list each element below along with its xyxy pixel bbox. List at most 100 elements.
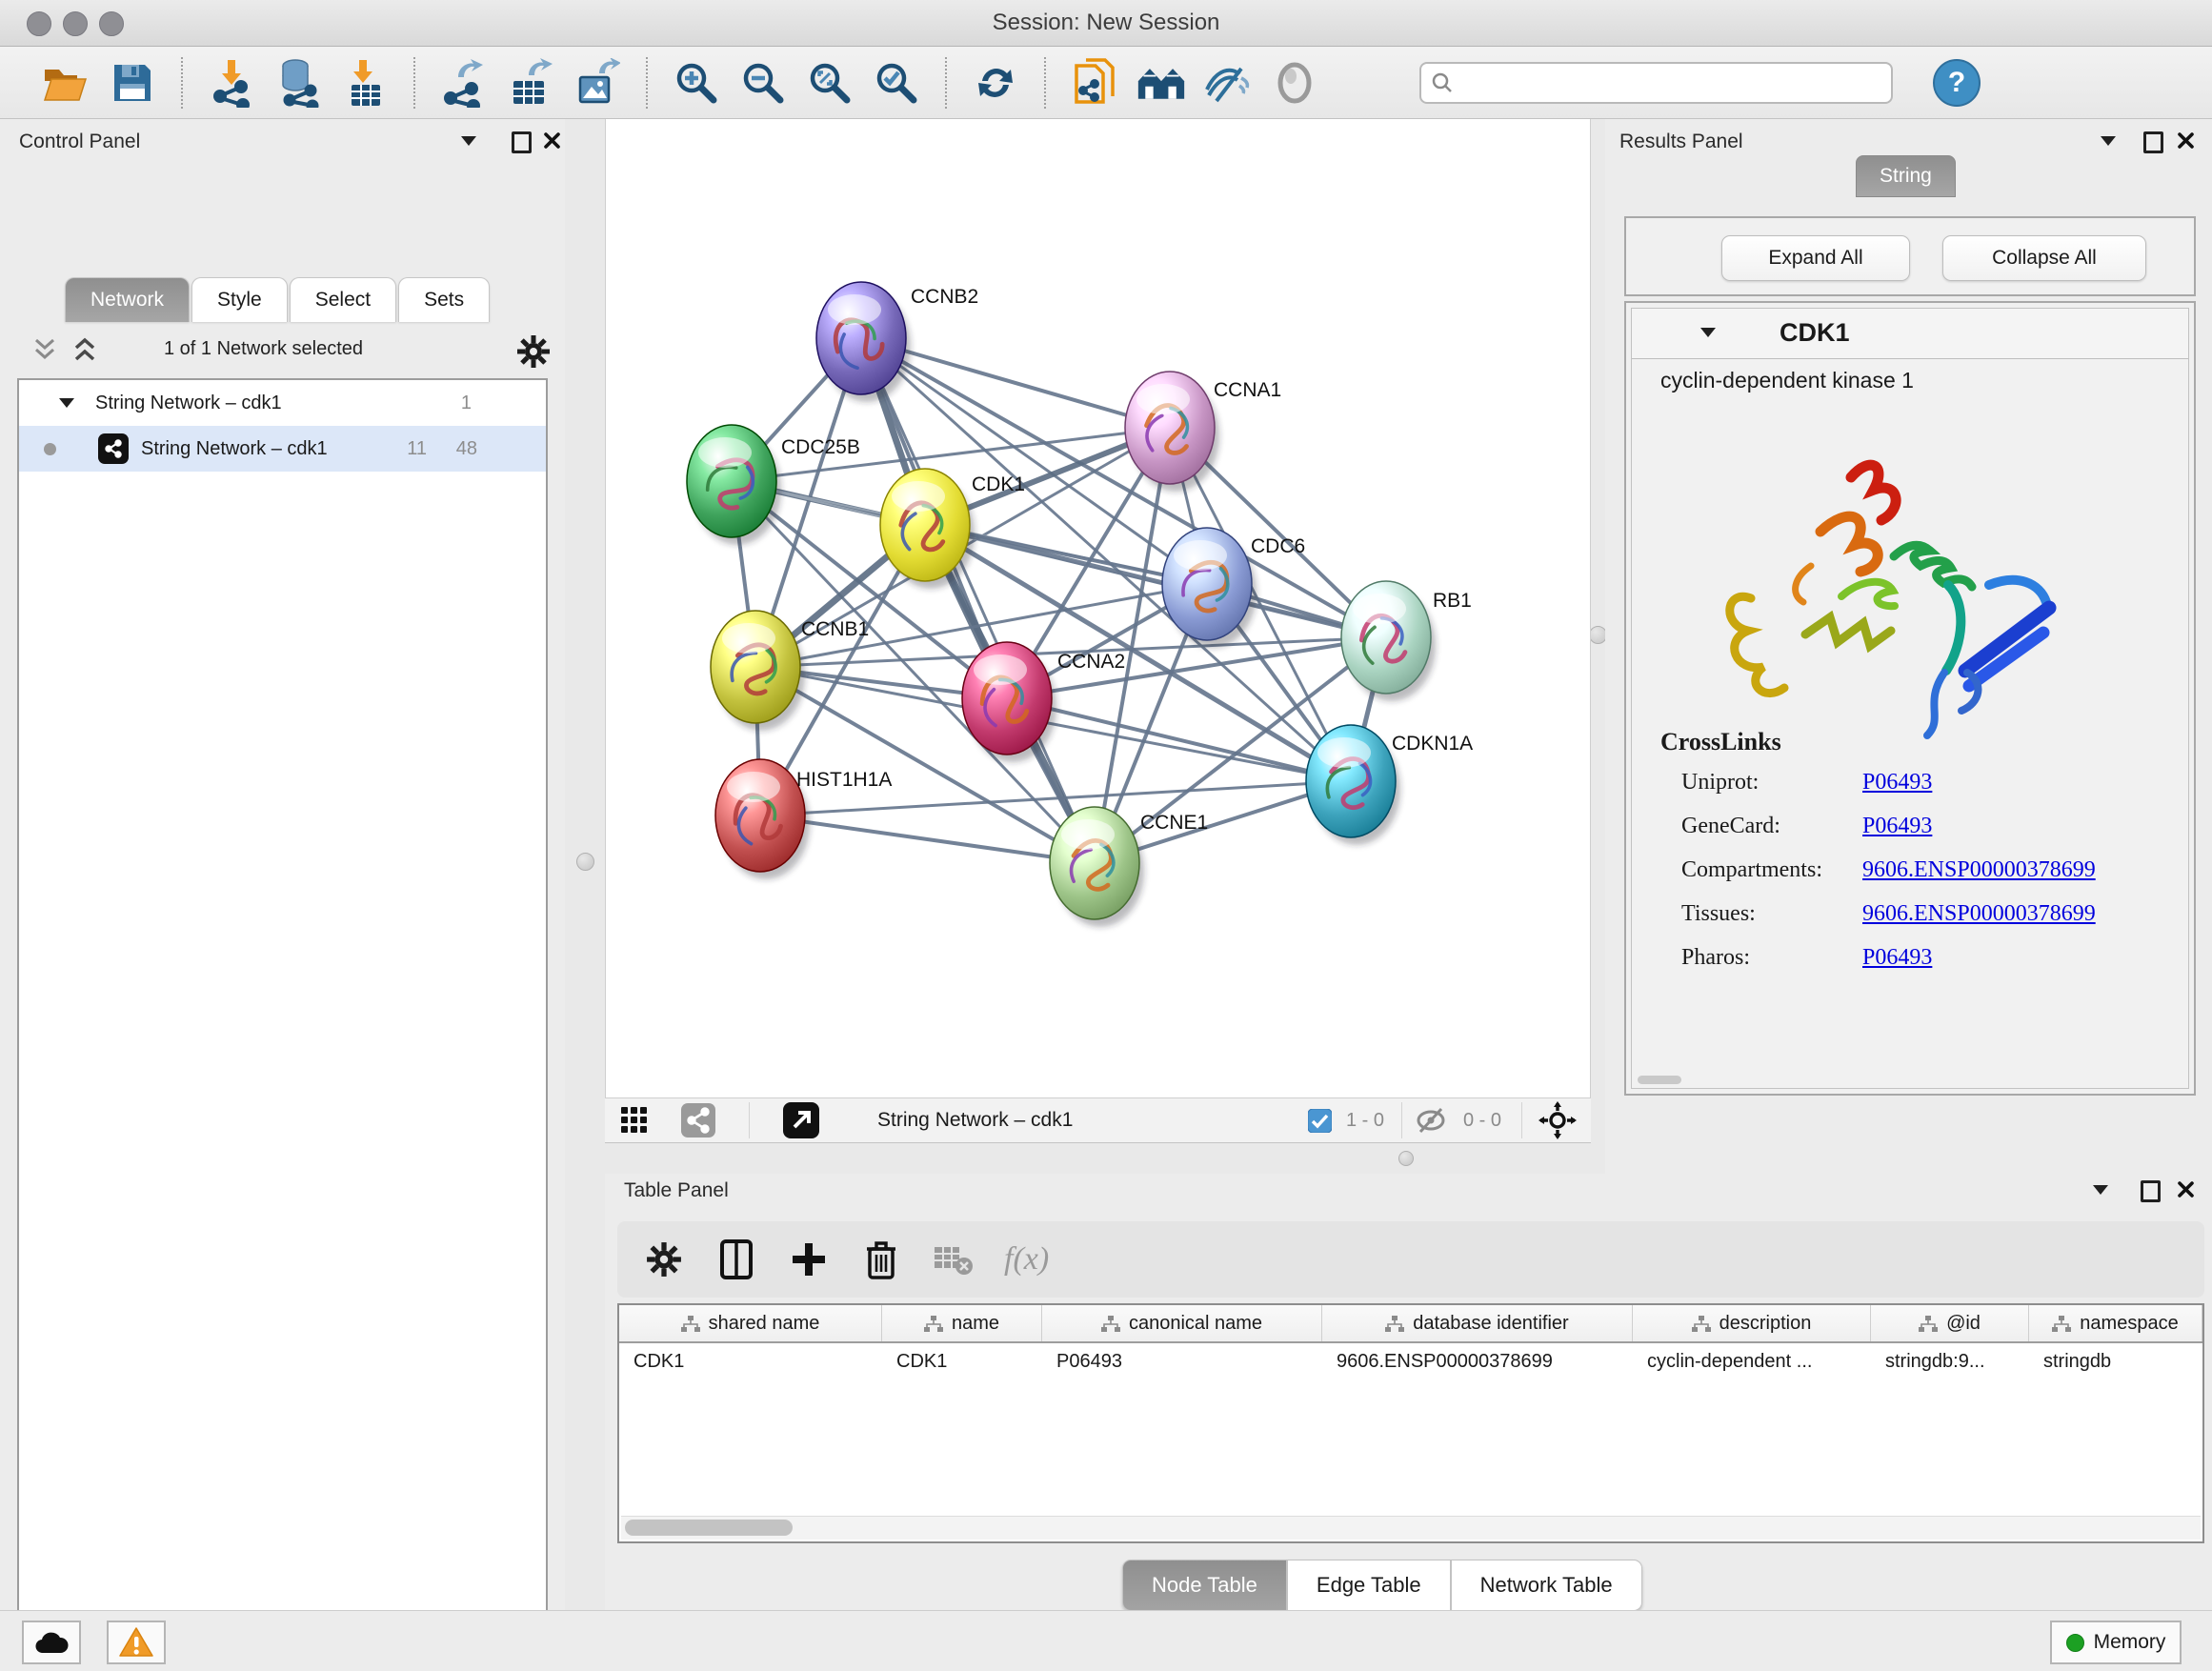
collection-expand-icon[interactable] [59,398,74,408]
export-image-icon[interactable] [573,58,622,108]
zoom-in-icon[interactable] [672,58,721,108]
column-header-database-identifier[interactable]: database identifier [1322,1305,1633,1341]
column-header-label: namespace [2080,1313,2178,1335]
cloud-button[interactable] [22,1621,81,1664]
results-panel-close-icon[interactable] [2177,131,2195,150]
network-node-RB1[interactable] [1341,581,1436,701]
tab-network[interactable]: Network [65,277,190,322]
results-panel-menu-icon[interactable] [2101,136,2116,146]
export-network-icon[interactable] [439,58,489,108]
share-file-icon[interactable] [1070,58,1119,108]
open-in-window-icon[interactable] [783,1098,819,1142]
network-collection-row[interactable]: String Network – cdk1 1 [19,380,546,426]
zoom-selected-icon[interactable] [872,58,921,108]
selected-checkbox-icon[interactable] [1308,1098,1332,1142]
table-cell[interactable]: stringdb [2029,1343,2202,1379]
control-panel-float-icon[interactable] [512,131,532,153]
table-panel-menu-icon[interactable] [2093,1185,2108,1195]
column-header-description[interactable]: description [1633,1305,1871,1341]
save-session-icon[interactable] [108,58,157,108]
bottom-splitter-handle[interactable] [1398,1151,1414,1166]
table-cell[interactable]: CDK1 [619,1343,882,1379]
tab-string[interactable]: String [1856,155,1956,197]
network-edge-HIST1H1A-CCNE1[interactable] [760,815,1095,863]
function-builder-icon[interactable]: f(x) [1004,1238,1049,1281]
grid-view-icon[interactable] [619,1098,650,1142]
network-edge-CCNB2-CCNE1[interactable] [861,338,1095,863]
crosslink-value-link[interactable]: P06493 [1862,945,1932,971]
crosslink-value-link[interactable]: 9606.ENSP00000378699 [1862,857,2096,883]
table-cell[interactable]: stringdb:9... [1871,1343,2029,1379]
tab-edge-table[interactable]: Edge Table [1287,1560,1451,1611]
network-node-CDK1[interactable] [880,469,975,589]
table-cell[interactable]: 9606.ENSP00000378699 [1322,1343,1633,1379]
table-hscroll-thumb[interactable] [625,1520,793,1536]
control-panel-menu-icon[interactable] [461,136,476,146]
table-cell[interactable]: CDK1 [882,1343,1042,1379]
import-database-icon[interactable] [273,58,323,108]
network-node-CCNE1[interactable] [1050,807,1144,927]
network-node-CDKN1A[interactable] [1306,725,1400,845]
collapse-all-button[interactable]: Collapse All [1942,235,2146,281]
expand-all-button[interactable]: Expand All [1721,235,1910,281]
network-node-CDC6[interactable] [1162,528,1257,648]
search-input[interactable] [1454,70,1891,94]
right-splitter[interactable] [1591,119,1605,1174]
table-cell[interactable]: P06493 [1042,1343,1322,1379]
add-column-icon[interactable] [787,1238,831,1281]
network-graph: CCNB2CCNA1CDC25BCDK1CDC6RB1CCNB1CCNA2CDK… [606,119,1592,1097]
network-node-CCNA1[interactable] [1125,372,1219,492]
crosslink-value-link[interactable]: 9606.ENSP00000378699 [1862,901,2096,927]
memory-button[interactable]: Memory [2050,1621,2182,1664]
delete-table-icon[interactable] [932,1238,975,1281]
left-splitter-handle[interactable] [576,853,594,871]
hide-panel-icon[interactable] [1203,58,1253,108]
network-row[interactable]: String Network – cdk1 11 48 [19,426,546,472]
help-icon[interactable]: ? [1933,59,1981,107]
network-canvas[interactable]: CCNB2CCNA1CDC25BCDK1CDC6RB1CCNB1CCNA2CDK… [605,119,1591,1097]
column-header-canonical-name[interactable]: canonical name [1042,1305,1322,1341]
column-header-name[interactable]: name [882,1305,1042,1341]
tab-node-table[interactable]: Node Table [1122,1560,1287,1611]
control-panel-close-icon[interactable] [543,131,561,150]
string-view-icon[interactable] [681,1098,715,1142]
tab-style[interactable]: Style [191,277,288,322]
network-node-CCNB2[interactable] [816,282,911,402]
results-panel-float-icon[interactable] [2143,131,2163,153]
tab-network-table[interactable]: Network Table [1451,1560,1642,1611]
show-columns-icon[interactable] [714,1238,758,1281]
table-hscrollbar[interactable] [621,1516,2201,1540]
network-node-CCNA2[interactable] [962,642,1056,762]
table-settings-gear-icon[interactable] [642,1238,686,1281]
gene-header-row[interactable]: CDK1 [1632,309,2188,359]
network-node-CCNB1[interactable] [711,611,805,731]
zoom-out-icon[interactable] [738,58,788,108]
table-panel-close-icon[interactable] [2177,1180,2195,1198]
import-network-icon[interactable] [207,58,256,108]
warning-button[interactable] [107,1621,166,1664]
crosslink-value-link[interactable]: P06493 [1862,770,1932,795]
column-header-shared-name[interactable]: shared name [619,1305,882,1341]
table-panel-float-icon[interactable] [2141,1180,2161,1202]
import-table-icon[interactable] [340,58,390,108]
table-cell[interactable]: cyclin-dependent ... [1633,1343,1871,1379]
show-panel-icon[interactable] [1270,58,1319,108]
string-home-icon[interactable] [1136,58,1186,108]
fit-network-crosshair-icon[interactable] [1538,1098,1577,1142]
column-header-namespace[interactable]: namespace [2029,1305,2202,1341]
tab-sets[interactable]: Sets [398,277,490,322]
delete-column-icon[interactable] [859,1238,903,1281]
refresh-icon[interactable] [971,58,1020,108]
hidden-eye-icon[interactable] [1415,1098,1447,1142]
export-table-icon[interactable] [506,58,555,108]
crosslink-value-link[interactable]: P06493 [1862,814,1932,839]
tab-select[interactable]: Select [290,277,396,322]
network-edge-CDK1-RB1[interactable] [925,525,1386,637]
open-session-icon[interactable] [41,58,90,108]
zoom-fit-icon[interactable] [805,58,855,108]
gene-collapse-icon[interactable] [1700,328,1716,337]
results-hscroll-thumb[interactable] [1638,1076,1681,1084]
network-options-gear-icon[interactable] [516,334,551,369]
table-row[interactable]: CDK1CDK1P064939606.ENSP00000378699cyclin… [619,1343,2202,1379]
column-header--id[interactable]: @id [1871,1305,2029,1341]
